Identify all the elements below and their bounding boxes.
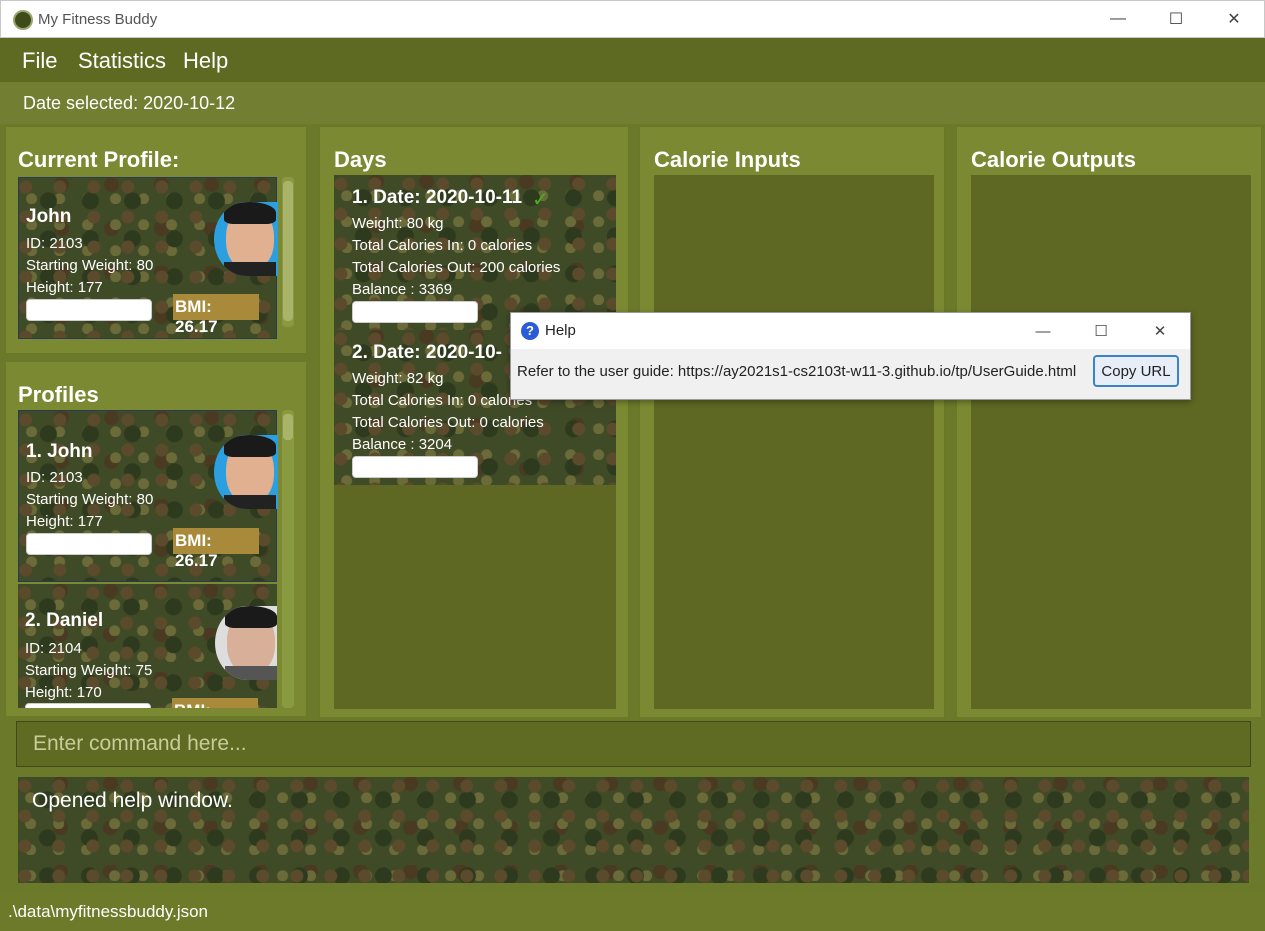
date-selected-bar: Date selected: 2020-10-12 bbox=[0, 82, 1265, 124]
help-dialog: ? Help — ☐ ✕ Refer to the user guide: ht… bbox=[510, 312, 1191, 400]
maximize-button[interactable]: ☐ bbox=[1147, 1, 1205, 37]
days-title: Days bbox=[334, 147, 387, 172]
menu-statistics[interactable]: Statistics bbox=[78, 48, 166, 74]
help-question-icon: ? bbox=[521, 322, 539, 340]
days-list: 1. Date: 2020-10-11 ✓ Weight: 80 kg Tota… bbox=[334, 175, 616, 709]
profile-starting-weight: Starting Weight: 80 bbox=[26, 257, 154, 274]
profile-id: ID: 2103 bbox=[26, 469, 83, 486]
close-button[interactable]: ✕ bbox=[1205, 1, 1263, 37]
menu-bar: File Statistics Help bbox=[0, 38, 1265, 82]
menu-help[interactable]: Help bbox=[183, 48, 228, 74]
status-bar: .\data\myfitnessbuddy.json bbox=[0, 892, 1265, 931]
day-title: 2. Date: 2020-10- bbox=[352, 342, 502, 363]
calorie-outputs-title: Calorie Outputs bbox=[971, 147, 1137, 172]
profile-height: Height: 170 bbox=[25, 684, 102, 701]
list-item[interactable]: 2. Daniel ID: 2104 Starting Weight: 75 H… bbox=[18, 584, 277, 708]
current-profile-card[interactable]: John ID: 2103 Starting Weight: 80 Height… bbox=[18, 177, 278, 339]
list-item[interactable]: 1. Date: 2020-10-11 ✓ Weight: 80 kg Tota… bbox=[334, 175, 616, 330]
profile-name: 2. Daniel bbox=[25, 610, 104, 631]
day-calories-out: Total Calories Out: 0 calories bbox=[352, 414, 544, 431]
days-panel: Days 1. Date: 2020-10-11 ✓ Weight: 80 kg… bbox=[318, 125, 630, 719]
calorie-inputs-title: Calorie Inputs bbox=[654, 147, 801, 172]
day-progress-bar bbox=[352, 456, 478, 478]
profiles-scrollbar[interactable] bbox=[282, 410, 294, 708]
calorie-outputs-panel: Calorie Outputs bbox=[955, 125, 1263, 719]
day-weight: Weight: 82 kg bbox=[352, 370, 444, 387]
profiles-panel: Profiles 1. John ID: 2103 Starting Weigh… bbox=[4, 360, 308, 718]
profile-id: ID: 2104 bbox=[25, 640, 82, 657]
help-dialog-titlebar: ? Help — ☐ ✕ bbox=[511, 313, 1190, 349]
help-message: Refer to the user guide: https://ay2021s… bbox=[517, 363, 1077, 380]
result-text: Opened help window. bbox=[32, 789, 233, 812]
avatar bbox=[214, 435, 278, 509]
bmi-badge: BMI: 26.17 bbox=[173, 528, 259, 570]
day-progress-bar bbox=[352, 301, 478, 323]
profile-id: ID: 2103 bbox=[26, 235, 83, 252]
profile-starting-weight: Starting Weight: 75 bbox=[25, 662, 153, 679]
profiles-title: Profiles bbox=[18, 382, 99, 407]
window-titlebar: My Fitness Buddy — ☐ ✕ bbox=[0, 0, 1265, 38]
window-title: My Fitness Buddy bbox=[38, 11, 158, 28]
current-profile-panel: Current Profile: John ID: 2103 Starting … bbox=[4, 125, 308, 355]
profile-progress-bar bbox=[25, 703, 151, 708]
check-icon: ✓ bbox=[532, 189, 549, 211]
day-balance: Balance : 3369 bbox=[352, 281, 453, 298]
profile-height: Height: 177 bbox=[26, 279, 103, 296]
profile-name: 1. John bbox=[26, 441, 93, 462]
avatar bbox=[214, 202, 278, 276]
day-balance: Balance : 3204 bbox=[352, 436, 453, 453]
day-calories-in: Total Calories In: 0 calories bbox=[352, 237, 533, 254]
result-display: Opened help window. bbox=[18, 777, 1249, 883]
list-item[interactable]: 1. John ID: 2103 Starting Weight: 80 Hei… bbox=[18, 410, 278, 582]
calorie-inputs-list bbox=[654, 175, 934, 709]
date-selected-label: Date selected: 2020-10-12 bbox=[23, 93, 236, 113]
help-minimize-button[interactable]: — bbox=[1023, 317, 1063, 345]
day-calories-in: Total Calories In: 0 calories bbox=[352, 392, 533, 409]
app-logo-icon bbox=[13, 10, 33, 30]
current-profile-title: Current Profile: bbox=[18, 147, 180, 172]
profile-progress-bar bbox=[26, 533, 152, 555]
help-close-button[interactable]: ✕ bbox=[1140, 317, 1180, 345]
help-maximize-button[interactable]: ☐ bbox=[1081, 317, 1121, 345]
avatar bbox=[215, 606, 277, 680]
day-weight: Weight: 80 kg bbox=[352, 215, 444, 232]
menu-file[interactable]: File bbox=[22, 48, 57, 74]
profile-starting-weight: Starting Weight: 80 bbox=[26, 491, 154, 508]
bmi-badge: BMI: 26.17 bbox=[173, 294, 259, 336]
minimize-button[interactable]: — bbox=[1089, 1, 1147, 37]
help-dialog-title: Help bbox=[545, 322, 576, 339]
current-profile-scrollbar[interactable] bbox=[282, 177, 294, 327]
command-input[interactable] bbox=[17, 722, 1250, 766]
day-calories-out: Total Calories Out: 200 calories bbox=[352, 259, 561, 276]
command-box bbox=[16, 721, 1251, 767]
calorie-inputs-panel: Calorie Inputs bbox=[638, 125, 946, 719]
data-file-path: .\data\myfitnessbuddy.json bbox=[8, 902, 209, 921]
day-title: 1. Date: 2020-10-11 bbox=[352, 187, 523, 208]
bmi-badge: BMI: 27.68 bbox=[172, 698, 258, 708]
calorie-outputs-list bbox=[971, 175, 1251, 709]
copy-url-button[interactable]: Copy URL bbox=[1093, 355, 1179, 387]
profile-name: John bbox=[26, 206, 72, 227]
profile-progress-bar bbox=[26, 299, 152, 321]
profile-height: Height: 177 bbox=[26, 513, 103, 530]
